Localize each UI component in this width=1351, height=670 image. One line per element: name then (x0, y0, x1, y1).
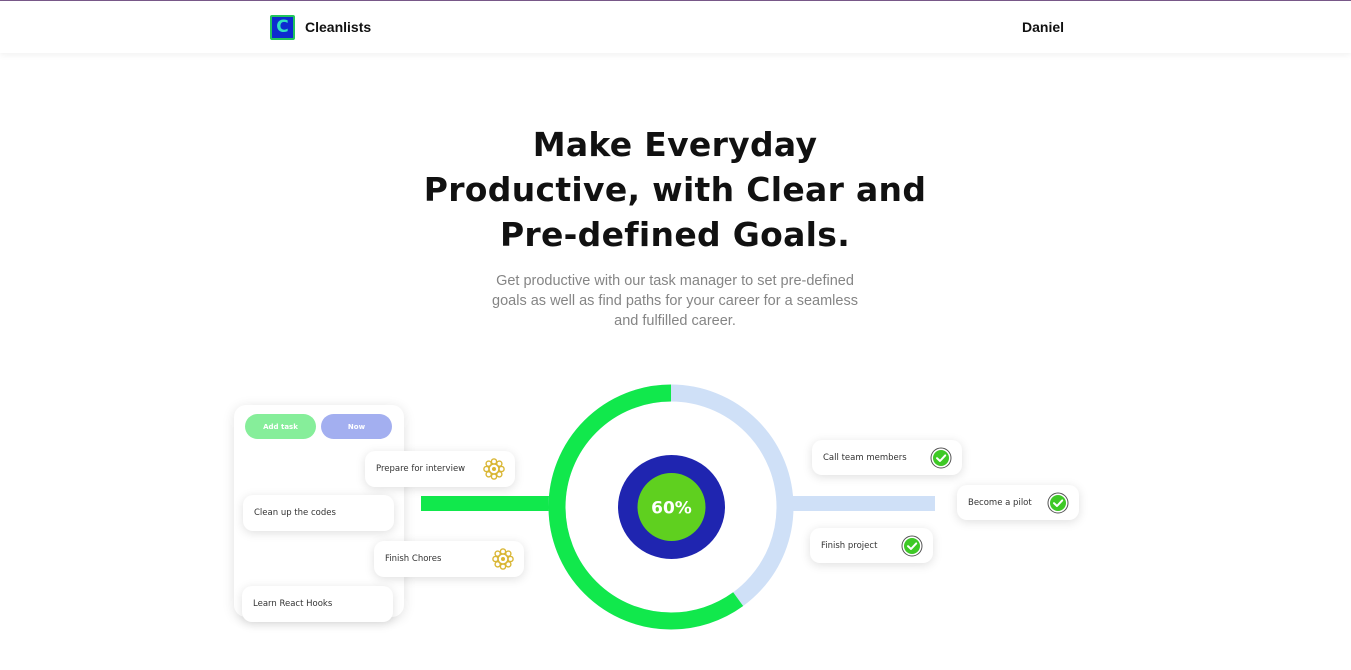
logo-icon[interactable]: C (270, 15, 295, 40)
progress-percent-label: 60% (651, 499, 692, 519)
task-label: Learn React Hooks (253, 599, 333, 609)
task-label: Become a pilot (968, 497, 1032, 508)
task-card-finish-project[interactable]: Finish project (810, 528, 933, 563)
task-label: Prepare for interview (376, 464, 466, 474)
gear-badge-icon (492, 548, 514, 570)
progress-connector-right (785, 496, 935, 511)
user-name[interactable]: Daniel (1022, 19, 1064, 35)
task-card-clean-codes[interactable]: Clean up the codes (243, 495, 394, 531)
progress-center: 60% (618, 455, 725, 559)
check-badge-icon (930, 447, 952, 468)
now-button[interactable]: Now (321, 414, 392, 439)
hero-subtitle: Get productive with our task manager to … (492, 273, 858, 329)
add-task-button[interactable]: Add task (245, 414, 316, 439)
task-card-learn-react[interactable]: Learn React Hooks (242, 586, 393, 622)
task-label: Clean up the codes (254, 508, 336, 518)
task-card-become-pilot[interactable]: Become a pilot (957, 485, 1079, 520)
task-label: Finish Chores (385, 554, 442, 564)
gear-badge-icon (483, 458, 505, 480)
task-label: Call team members (823, 452, 907, 463)
check-badge-icon (1047, 492, 1069, 513)
brand-name[interactable]: Cleanlists (305, 19, 371, 35)
logo-letter: C (276, 17, 289, 37)
navbar: C Cleanlists Daniel (0, 1, 1351, 53)
hero-title: Make Everyday Productive, with Clear and… (423, 125, 927, 254)
task-card-prepare-interview[interactable]: Prepare for interview (365, 451, 515, 487)
task-card-finish-chores[interactable]: Finish Chores (374, 541, 524, 577)
task-label: Finish project (821, 540, 878, 551)
check-badge-icon (901, 535, 923, 556)
progress-connector-left (421, 496, 561, 511)
task-card-call-team[interactable]: Call team members (812, 440, 962, 475)
